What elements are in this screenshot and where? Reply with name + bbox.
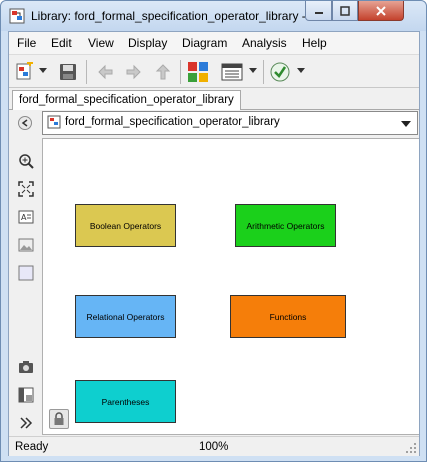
explorer-bar-icon: [18, 387, 34, 403]
expand-palette-button[interactable]: [17, 414, 35, 432]
explorer-dropdown-icon[interactable]: [249, 68, 257, 73]
check-icon: [270, 62, 290, 82]
status-text: Ready: [15, 441, 49, 453]
diagram-canvas[interactable]: Boolean Operators Arithmetic Operators R…: [42, 138, 419, 435]
model-explorer-icon: [221, 63, 243, 81]
toolbar-separator: [180, 60, 181, 84]
block-boolean-operators[interactable]: Boolean Operators: [75, 204, 176, 247]
lock-button[interactable]: [49, 409, 69, 429]
tab-strip: ford_formal_specification_operator_libra…: [9, 88, 419, 111]
menu-display[interactable]: Display: [128, 36, 167, 50]
fit-to-view-button[interactable]: [17, 180, 35, 198]
camera-icon: [19, 361, 33, 373]
toolbar: [9, 54, 419, 88]
arrow-right-icon: [126, 64, 141, 80]
minimize-button[interactable]: [305, 1, 332, 21]
zoom-button[interactable]: [17, 152, 35, 170]
advisor-dropdown-icon[interactable]: [297, 68, 305, 73]
arrow-left-icon: [21, 119, 28, 127]
status-bar: Ready 100%: [9, 436, 419, 456]
library-browser-button[interactable]: [186, 60, 210, 84]
toolbar-separator: [263, 60, 264, 84]
menu-diagram[interactable]: Diagram: [182, 36, 227, 50]
block-parentheses[interactable]: Parentheses: [75, 380, 176, 423]
maximize-icon: [340, 5, 350, 16]
address-bar: ford_formal_specification_operator_libra…: [9, 110, 419, 136]
library-icon: [47, 115, 61, 132]
screenshot-button[interactable]: [17, 358, 35, 376]
tab-library[interactable]: ford_formal_specification_operator_libra…: [12, 90, 241, 111]
library-icon: [9, 8, 25, 24]
model-explorer-button[interactable]: [220, 60, 244, 84]
block-relational-operators[interactable]: Relational Operators: [75, 295, 176, 338]
block-label: Arithmetic Operators: [246, 220, 325, 231]
explorer-bar-button[interactable]: [17, 386, 35, 404]
lock-icon: [54, 412, 64, 425]
svg-text:A: A: [21, 213, 27, 222]
address-path: ford_formal_specification_operator_libra…: [65, 116, 280, 128]
menu-bar: File Edit View Display Diagram Analysis …: [9, 32, 419, 54]
double-chevron-right-icon: [20, 417, 33, 429]
menu-edit[interactable]: Edit: [51, 36, 72, 50]
arrow-up-icon: [155, 64, 171, 80]
minimize-icon: [314, 11, 323, 14]
title-bar: Library: ford_formal_specification_opera…: [1, 1, 426, 31]
back-button[interactable]: [93, 60, 117, 84]
area-icon: [18, 265, 34, 281]
app-window: Library: ford_formal_specification_opera…: [0, 0, 427, 462]
block-functions[interactable]: Functions: [230, 295, 346, 338]
window-title: Library: ford_formal_specification_opera…: [31, 9, 320, 23]
arrow-left-icon: [98, 64, 113, 80]
annotation-button[interactable]: A: [17, 208, 35, 226]
zoom-in-icon: [19, 154, 34, 169]
zoom-level: 100%: [199, 441, 229, 453]
library-browser-icon: [188, 62, 208, 82]
close-icon: [376, 5, 386, 16]
new-model-button[interactable]: [13, 60, 37, 84]
block-label: Functions: [269, 311, 307, 322]
save-icon: [60, 64, 76, 80]
left-tool-palette: A: [9, 136, 41, 436]
save-button[interactable]: [56, 60, 80, 84]
block-label: Boolean Operators: [89, 220, 162, 231]
new-model-icon: [16, 62, 33, 80]
menu-help[interactable]: Help: [302, 36, 327, 50]
menu-view[interactable]: View: [88, 36, 114, 50]
up-button[interactable]: [151, 60, 175, 84]
menu-file[interactable]: File: [17, 36, 36, 50]
toolbar-separator: [86, 60, 87, 84]
block-label: Parentheses: [101, 396, 150, 407]
client-area: File Edit View Display Diagram Analysis …: [8, 31, 420, 456]
chevron-down-icon[interactable]: [401, 121, 411, 127]
new-dropdown-icon[interactable]: [39, 68, 47, 73]
area-button[interactable]: [17, 264, 35, 282]
menu-analysis[interactable]: Analysis: [242, 36, 287, 50]
fit-view-icon: [18, 181, 34, 197]
resize-grip-icon[interactable]: [405, 442, 417, 454]
hide-browser-button[interactable]: [18, 116, 32, 130]
block-arithmetic-operators[interactable]: Arithmetic Operators: [235, 204, 336, 247]
maximize-button[interactable]: [332, 1, 358, 21]
image-button[interactable]: [17, 236, 35, 254]
forward-button[interactable]: [122, 60, 146, 84]
image-icon: [18, 238, 34, 252]
address-field[interactable]: ford_formal_specification_operator_libra…: [42, 111, 418, 135]
block-label: Relational Operators: [86, 311, 165, 322]
close-button[interactable]: [358, 1, 404, 21]
model-advisor-button[interactable]: [268, 60, 292, 84]
annotation-icon: A: [18, 210, 34, 224]
